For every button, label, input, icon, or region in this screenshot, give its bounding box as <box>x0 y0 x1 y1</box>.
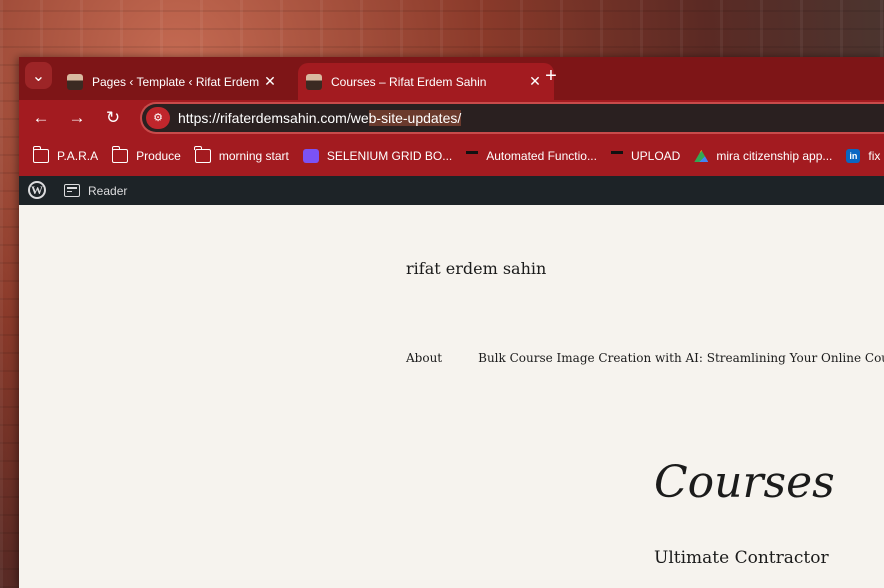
page-title: Courses <box>654 457 835 508</box>
bookmark-label: Produce <box>136 149 181 163</box>
close-icon[interactable]: ✕ <box>261 73 279 90</box>
bookmark-mira-citizenship[interactable]: mira citizenship app... <box>694 149 832 163</box>
drive-icon <box>694 150 709 162</box>
bookmark-label: P.A.R.A <box>57 149 99 163</box>
nav-item-about[interactable]: About <box>406 351 442 365</box>
bookmark-linkedin-fix[interactable]: in fix <box>846 149 880 163</box>
folder-icon <box>111 146 129 163</box>
tab-title: Pages ‹ Template ‹ Rifat Erdem S <box>92 74 261 89</box>
bookmark-label: Automated Functio... <box>486 149 597 163</box>
reader-label: Reader <box>88 183 128 198</box>
wordpress-logo-icon[interactable]: W <box>28 181 46 199</box>
tab-title: Courses – Rifat Erdem Sahin <box>331 74 487 89</box>
bookmark-label: fix <box>868 149 881 163</box>
course-heading[interactable]: Ultimate Contractor <box>654 548 829 568</box>
browser-toolbar: ← → ↻ ⚙ https://rifaterdemsahin.com/web-… <box>19 100 884 136</box>
url-text[interactable]: https://rifaterdemsahin.com/web-site-upd… <box>178 110 462 126</box>
bookmark-upload[interactable]: UPLOAD <box>610 149 681 163</box>
folder-icon <box>32 146 49 163</box>
tab-pages-template[interactable]: Pages ‹ Template ‹ Rifat Erdem S ✕ <box>59 63 289 100</box>
tab-strip: ⌄ Pages ‹ Template ‹ Rifat Erdem S ✕ Cou… <box>19 57 884 100</box>
url-selected: b-site-updates/ <box>368 110 462 126</box>
tab-courses[interactable]: Courses – Rifat Erdem Sahin ✕ <box>298 63 554 100</box>
video-icon <box>302 149 319 163</box>
url-prefix: https://rifaterdemsahin.com/we <box>178 110 369 126</box>
chevron-down-icon: ⌄ <box>31 67 46 85</box>
reader-icon <box>64 184 80 197</box>
bookmark-label: UPLOAD <box>630 149 681 163</box>
profile-favicon-icon <box>306 73 322 90</box>
site-title[interactable]: rifat erdem sahin <box>406 259 546 278</box>
reload-button[interactable]: ↻ <box>101 106 125 130</box>
profile-favicon-icon <box>67 73 83 90</box>
forward-button[interactable]: → <box>65 106 89 130</box>
site-navigation: About Bulk Course Image Creation with AI:… <box>406 351 884 365</box>
bookmark-morning-start[interactable]: morning start <box>194 146 289 163</box>
bookmark-label: morning start <box>218 149 289 163</box>
bookmark-label: SELENIUM GRID BO... <box>326 149 453 163</box>
bookmarks-bar: P.A.R.A Produce morning start SELENIUM G… <box>19 136 884 176</box>
back-button[interactable]: ← <box>29 106 53 130</box>
linkedin-icon: in <box>846 149 861 163</box>
site-info-icon[interactable]: ⚙ <box>146 107 170 129</box>
bookmark-label: mira citizenship app... <box>716 149 833 163</box>
folder-icon <box>194 146 211 163</box>
bookmark-automated-functio[interactable]: Automated Functio... <box>466 149 597 163</box>
reader-link[interactable]: Reader <box>64 176 127 205</box>
pin-icon <box>466 151 479 161</box>
address-bar[interactable]: ⚙ https://rifaterdemsahin.com/web-site-u… <box>140 102 884 134</box>
browser-window: ⌄ Pages ‹ Template ‹ Rifat Erdem S ✕ Cou… <box>19 57 884 588</box>
new-tab-button[interactable]: + <box>539 65 563 89</box>
tab-search-button[interactable]: ⌄ <box>25 62 52 89</box>
pin-icon <box>610 151 623 161</box>
nav-item-bulk-course[interactable]: Bulk Course Image Creation with AI: Stre… <box>478 351 884 365</box>
wordpress-admin-bar: W Reader <box>19 176 884 205</box>
bookmark-produce[interactable]: Produce <box>111 146 181 163</box>
bookmark-para[interactable]: P.A.R.A <box>32 146 99 163</box>
bookmark-selenium-grid[interactable]: SELENIUM GRID BO... <box>302 149 453 163</box>
